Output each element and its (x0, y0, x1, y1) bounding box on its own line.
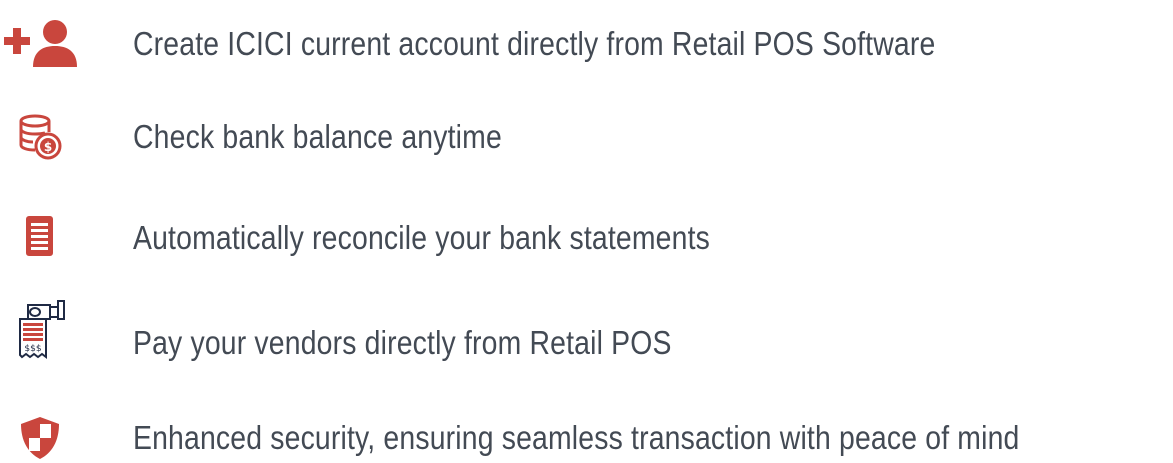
add-user-icon (0, 14, 80, 74)
document-icon (0, 208, 80, 268)
feature-item-reconcile: Automatically reconcile your bank statem… (0, 208, 1173, 268)
feature-item-create-account: Create ICICI current account directly fr… (0, 14, 1173, 74)
feature-text: Automatically reconcile your bank statem… (133, 219, 711, 256)
svg-text:$$$: $$$ (24, 344, 41, 354)
feature-text: Create ICICI current account directly fr… (133, 25, 936, 62)
svg-text:$: $ (44, 140, 52, 154)
feature-item-bank-balance: $ Check bank balance anytime (0, 107, 1173, 167)
feature-item-pay-vendors: $$$ Pay your vendors directly from Retai… (0, 300, 1173, 369)
coins-icon: $ (0, 107, 80, 167)
feature-text: Check bank balance anytime (133, 118, 502, 155)
payment-receipt-icon: $$$ (0, 300, 80, 369)
shield-icon (0, 408, 80, 463)
feature-list: Create ICICI current account directly fr… (0, 0, 1173, 463)
feature-item-security: Enhanced security, ensuring seamless tra… (0, 408, 1173, 463)
feature-text: Enhanced security, ensuring seamless tra… (133, 419, 1020, 456)
feature-text: Pay your vendors directly from Retail PO… (133, 324, 672, 361)
